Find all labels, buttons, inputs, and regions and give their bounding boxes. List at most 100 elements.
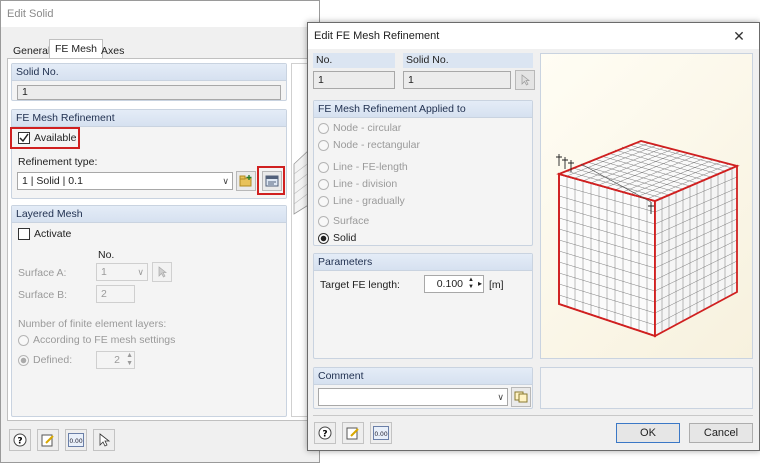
tab-axes[interactable]: Axes (97, 43, 128, 59)
option-line-division[interactable]: Line - division (318, 178, 397, 190)
edit-button-highlight-box (257, 166, 285, 195)
edit-text-button[interactable] (37, 429, 59, 451)
option-solid[interactable]: Solid (318, 232, 356, 244)
solid-mesh-cube-icon (556, 140, 740, 338)
option-label: Node - circular (333, 122, 402, 134)
radio-dot[interactable] (318, 195, 329, 207)
option-line-gradually[interactable]: Line - gradually (318, 195, 405, 207)
tab-fe-mesh[interactable]: FE Mesh (49, 39, 104, 59)
defined-spinner[interactable]: 2 ▲ ▼ (96, 351, 135, 369)
option-label: Surface (333, 215, 370, 227)
option-label: Line - FE-length (333, 161, 408, 173)
new-refinement-button[interactable] (236, 171, 256, 191)
arrow-right-icon[interactable]: ▸ (478, 276, 482, 292)
solid-no-label-cell: Solid No. (403, 53, 533, 68)
svg-text:0.00: 0.00 (374, 431, 388, 438)
available-highlight-box (10, 127, 80, 149)
help-icon: ? (13, 433, 27, 447)
comment-input[interactable]: ∨ (318, 388, 508, 406)
comment-group: Comment ∨ (313, 367, 533, 409)
fe-mesh-refinement-window: Edit FE Mesh Refinement ✕ No. Solid No. … (307, 22, 760, 451)
radio-dot[interactable] (318, 232, 329, 244)
defined-radio[interactable]: Defined: (18, 354, 72, 366)
according-label: According to FE mesh settings (33, 334, 176, 346)
refinement-titlebar: Edit FE Mesh Refinement ✕ (308, 23, 759, 49)
defined-label: Defined: (33, 354, 73, 366)
edit-solid-window: Edit Solid General FE Mesh Axes Solid No… (0, 0, 320, 463)
select-button[interactable] (93, 429, 115, 451)
option-label: Solid (333, 232, 357, 244)
edit-solid-titlebar: Edit Solid (1, 1, 319, 27)
refinement-type-select[interactable]: 1 | Solid | 0.1 ∨ (17, 172, 233, 190)
refinement-preview (540, 53, 753, 359)
spin-arrows-icon[interactable]: ▲ ▼ (468, 277, 474, 291)
new-folder-icon (239, 175, 252, 187)
activate-checkbox-row[interactable]: Activate (18, 228, 71, 240)
parameters-group: Parameters Target FE length: 0.100 ▲ ▼ ▸ … (313, 253, 533, 359)
decimal-units-icon: 0.00 (373, 426, 389, 440)
pick-solid-button[interactable] (515, 70, 535, 90)
surface-a-value: 1 (101, 266, 107, 278)
target-fe-length-input[interactable]: 0.100 ▲ ▼ ▸ (424, 275, 484, 293)
help-button[interactable]: ? (314, 422, 336, 444)
spin-arrows-icon[interactable]: ▲ ▼ (126, 352, 133, 368)
option-surface[interactable]: Surface (318, 215, 369, 227)
pointer-icon (158, 266, 167, 278)
option-line-fe-length[interactable]: Line - FE-length (318, 161, 408, 173)
according-radio[interactable]: According to FE mesh settings (18, 334, 175, 346)
layered-mesh-header: Layered Mesh (12, 206, 286, 223)
ok-button[interactable]: OK (616, 423, 680, 443)
radio-dot[interactable] (318, 139, 329, 151)
edit-text-button[interactable] (342, 422, 364, 444)
radio-dot[interactable] (18, 354, 29, 366)
chevron-down-icon[interactable]: ∨ (222, 173, 229, 189)
activate-checkbox[interactable] (18, 228, 30, 240)
fe-mesh-refinement-group: FE Mesh Refinement Available Refinement … (11, 109, 287, 199)
radio-dot[interactable] (318, 215, 329, 227)
applied-to-group: FE Mesh Refinement Applied to Node - cir… (313, 100, 533, 246)
refinement-title: Edit FE Mesh Refinement (314, 30, 440, 42)
footer-separator (313, 415, 753, 416)
help-button[interactable]: ? (9, 429, 31, 451)
comment-library-button[interactable] (511, 387, 531, 407)
copy-icon (514, 391, 528, 403)
comment-preview-area (540, 367, 753, 409)
units-button[interactable]: 0.00 (65, 429, 87, 451)
decimal-units-icon: 0.00 (68, 433, 84, 447)
comment-header: Comment (314, 368, 532, 385)
help-icon: ? (318, 426, 332, 440)
tab-general[interactable]: General (9, 43, 54, 59)
edit-pencil-icon (41, 434, 54, 447)
chevron-down-icon[interactable]: ∨ (497, 389, 504, 405)
edit-pencil-icon (346, 427, 359, 440)
radio-dot[interactable] (318, 122, 329, 134)
cancel-button[interactable]: Cancel (689, 423, 753, 443)
layers-label: Number of finite element layers: (18, 318, 167, 330)
no-label-cell: No. (313, 53, 395, 68)
surface-a-label: Surface A: (18, 267, 67, 279)
solid-no-group: Solid No. 1 (11, 63, 287, 101)
defined-value: 2 (114, 354, 120, 366)
radio-dot[interactable] (318, 178, 329, 190)
fe-mesh-refinement-header: FE Mesh Refinement (12, 110, 286, 127)
close-icon[interactable]: ✕ (719, 23, 759, 49)
select-pointer-icon (99, 433, 111, 447)
option-label: Line - gradually (333, 195, 405, 207)
chevron-down-icon[interactable]: ∨ (137, 264, 144, 280)
target-fe-length-label: Target FE length: (320, 279, 400, 291)
target-unit: [m] (489, 279, 504, 291)
radio-dot[interactable] (318, 161, 329, 173)
surface-a-select[interactable]: 1 ∨ (96, 263, 148, 281)
refinement-type-value: 1 | Solid | 0.1 (22, 175, 83, 187)
option-node-circular[interactable]: Node - circular (318, 122, 401, 134)
refinement-type-label: Refinement type: (18, 156, 98, 168)
layered-mesh-group: Layered Mesh Activate No. Surface A: 1 ∨… (11, 205, 287, 417)
edit-solid-title: Edit Solid (7, 8, 54, 20)
radio-dot[interactable] (18, 334, 29, 346)
svg-text:?: ? (322, 430, 327, 440)
svg-text:?: ? (17, 437, 22, 447)
option-node-rectangular[interactable]: Node - rectangular (318, 139, 420, 151)
pick-surface-button[interactable] (152, 262, 172, 282)
surface-b-field: 2 (96, 285, 135, 303)
units-button[interactable]: 0.00 (370, 422, 392, 444)
